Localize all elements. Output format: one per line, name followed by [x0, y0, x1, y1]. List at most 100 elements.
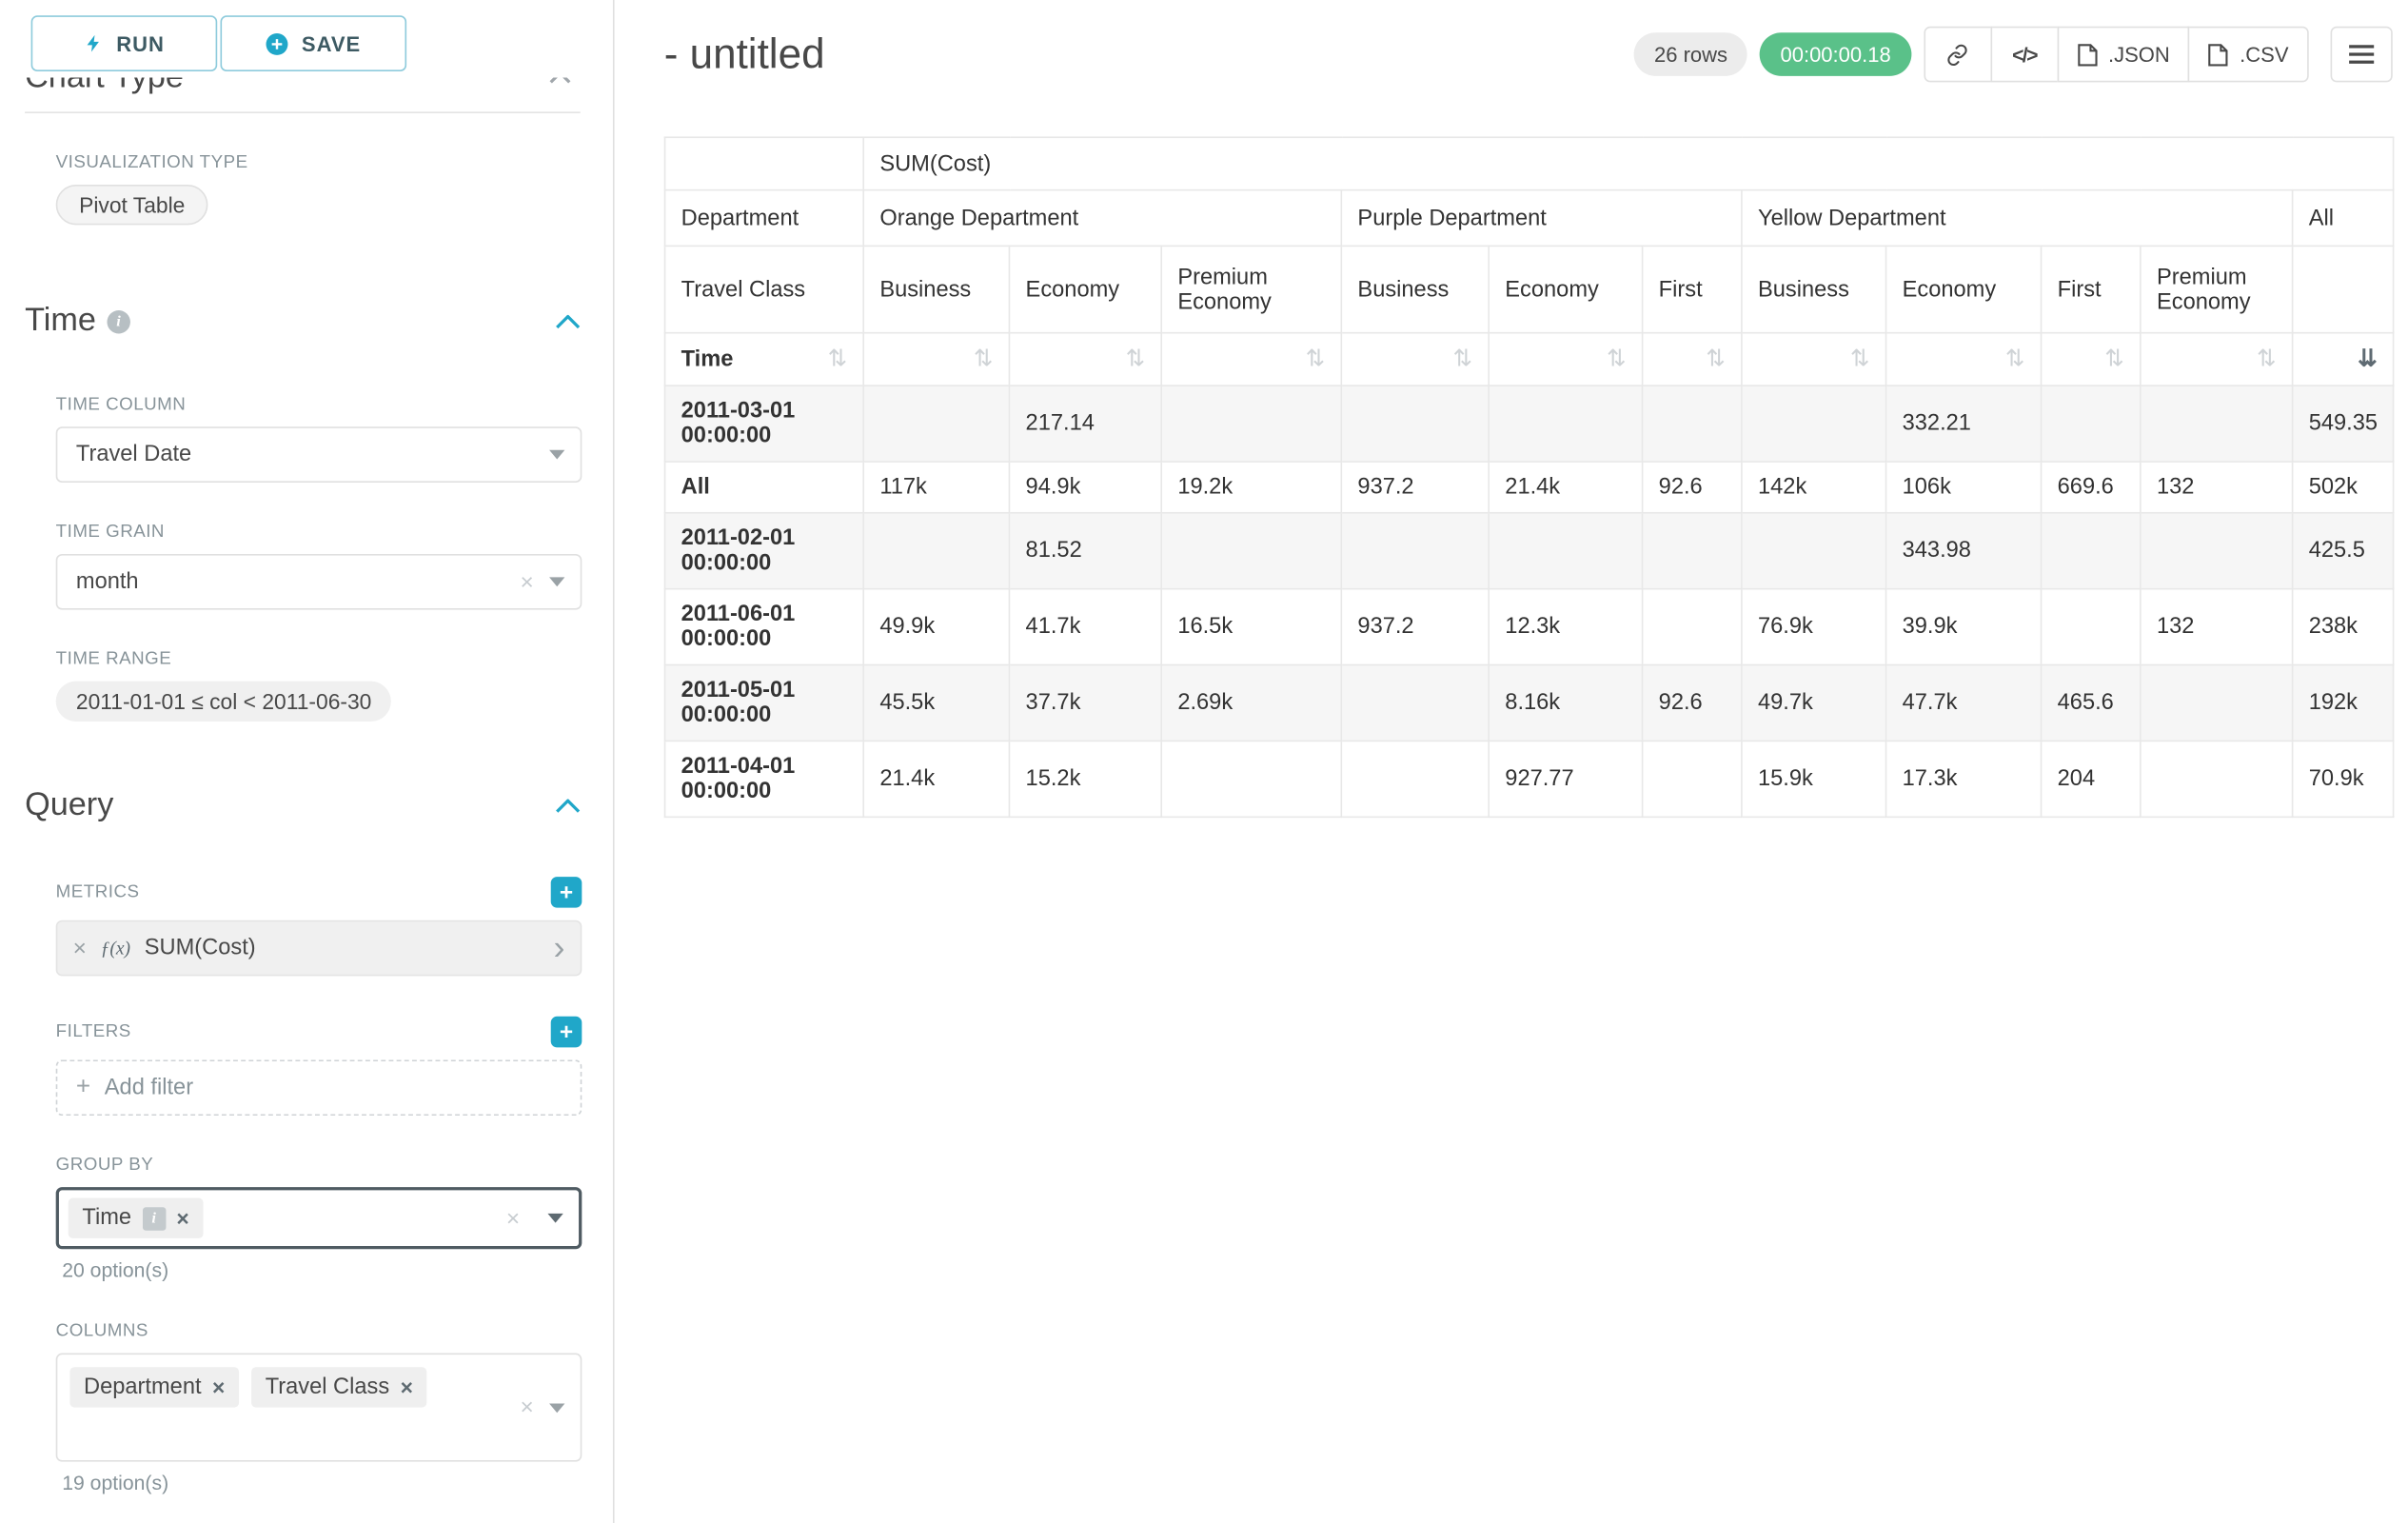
sort-toggle-icon[interactable]: ⇅ [1126, 347, 1146, 370]
pivot-value-cell: 17.3k [1886, 741, 2042, 817]
pivot-travel-class-label: Travel Class [665, 246, 864, 332]
pivot-travel-class-header: Economy [1009, 246, 1161, 332]
pivot-value-cell: 132 [2141, 589, 2293, 665]
chevron-right-icon[interactable]: › [553, 931, 564, 965]
clear-icon[interactable]: × [520, 1395, 533, 1418]
pivot-value-cell: 94.9k [1009, 462, 1161, 513]
pivot-row-header: All [665, 462, 864, 513]
sort-toggle-icon[interactable]: ⇅ [974, 347, 994, 370]
pivot-metric-header: SUM(Cost) [863, 137, 2393, 189]
chart-type-heading: Chart Type [25, 78, 184, 97]
pivot-all-value-cell: 502k [2293, 462, 2394, 513]
menu-button[interactable] [2331, 27, 2393, 83]
pivot-sort-cell: ⇅ [1742, 333, 1886, 386]
add-filter-button[interactable]: + Add filter [56, 1059, 582, 1116]
add-filter-plus-button[interactable]: + [551, 1017, 582, 1048]
clear-icon[interactable]: × [520, 570, 533, 593]
pivot-value-cell [1341, 513, 1489, 589]
run-button[interactable]: RUN [31, 15, 218, 71]
pivot-sort-cell: ⇅ [1489, 333, 1642, 386]
pivot-value-cell: 927.77 [1489, 741, 1642, 817]
metric-item[interactable]: × ƒ(x) SUM(Cost) › [56, 920, 582, 977]
columns-value: Department [84, 1375, 202, 1399]
pivot-value-cell: 217.14 [1009, 386, 1161, 462]
fx-icon: ƒ(x) [101, 937, 131, 959]
pivot-row-header: 2011-03-01 00:00:00 [665, 386, 864, 462]
remove-value-icon[interactable]: × [212, 1376, 225, 1398]
pivot-value-cell [1341, 665, 1489, 742]
pivot-all-value-cell: 238k [2293, 589, 2394, 665]
sort-toggle-icon[interactable]: ⇅ [2257, 347, 2277, 370]
caret-down-icon[interactable] [547, 1214, 563, 1223]
pivot-time-header: Time⇅ [665, 333, 864, 386]
group-by-value: Time [82, 1206, 131, 1231]
time-grain-select[interactable]: month × [56, 554, 582, 610]
pivot-value-cell [2141, 665, 2293, 742]
save-button[interactable]: SAVE [220, 15, 406, 71]
download-json-button[interactable]: .JSON [2057, 27, 2190, 83]
download-csv-button[interactable]: .CSV [2188, 27, 2308, 83]
collapse-time-chevron-icon[interactable] [556, 314, 581, 328]
pivot-sort-cell: ⇅ [863, 333, 1009, 386]
remove-metric-icon[interactable]: × [73, 937, 87, 959]
pivot-value-cell [1489, 386, 1642, 462]
pivot-value-cell [1341, 386, 1489, 462]
add-metric-button[interactable]: + [551, 877, 582, 908]
metrics-label: METRICS [56, 883, 140, 902]
sort-toggle-icon[interactable]: ⇅ [1706, 347, 1726, 370]
pivot-department-label: Department [665, 190, 864, 247]
columns-select[interactable]: Department × Travel Class × × [56, 1354, 582, 1462]
columns-value-pill[interactable]: Travel Class × [251, 1367, 427, 1407]
row-count-badge: 26 rows [1634, 32, 1747, 76]
pivot-value-cell: 16.5k [1161, 589, 1341, 665]
sort-toggle-icon[interactable]: ⇅ [2104, 347, 2124, 370]
caret-down-icon[interactable] [549, 450, 564, 460]
pivot-value-cell: 45.5k [863, 665, 1009, 742]
pivot-value-cell: 117k [863, 462, 1009, 513]
pivot-value-cell [2042, 589, 2141, 665]
info-badge: i [142, 1206, 165, 1229]
group-by-label: GROUP BY [56, 1156, 581, 1175]
pivot-value-cell: 132 [2141, 462, 2293, 513]
clear-icon[interactable]: × [506, 1206, 520, 1229]
time-range-pill[interactable]: 2011-01-01 ≤ col < 2011-06-30 [56, 682, 392, 722]
pivot-all-value-cell: 425.5 [2293, 513, 2394, 589]
pivot-travel-class-header: Business [863, 246, 1009, 332]
sort-toggle-icon[interactable]: ⇅ [2005, 347, 2025, 370]
caret-down-icon[interactable] [549, 577, 564, 586]
caret-down-icon[interactable] [549, 1403, 564, 1413]
pivot-value-cell: 19.2k [1161, 462, 1341, 513]
sort-toggle-icon[interactable]: ⇅ [828, 347, 848, 370]
collapse-query-chevron-icon[interactable] [556, 799, 581, 813]
view-query-button[interactable]: </> [1990, 27, 2059, 83]
pivot-sort-cell: ⇅ [2141, 333, 2293, 386]
sort-toggle-icon[interactable]: ⇅ [1306, 347, 1326, 370]
pivot-value-cell [1161, 741, 1341, 817]
columns-value-pill[interactable]: Department × [69, 1367, 239, 1407]
visualization-type-pill[interactable]: Pivot Table [56, 185, 208, 225]
collapse-chevron-icon[interactable] [549, 78, 571, 85]
remove-value-icon[interactable]: × [176, 1207, 188, 1229]
copy-link-button[interactable] [1924, 27, 1992, 83]
time-column-select[interactable]: Travel Date [56, 426, 582, 483]
code-icon: </> [2012, 43, 2037, 66]
group-by-value-pill[interactable]: Time i × [69, 1198, 204, 1238]
sort-toggle-icon[interactable]: ⇅ [1850, 347, 1870, 370]
sort-toggle-icon[interactable]: ⇅ [1607, 347, 1627, 370]
pivot-all-column-header: All [2293, 190, 2394, 247]
pivot-value-cell: 21.4k [863, 741, 1009, 817]
group-by-select[interactable]: Time i × × [56, 1187, 582, 1249]
pivot-value-cell [863, 513, 1009, 589]
pivot-value-cell [1489, 513, 1642, 589]
add-filter-label: Add filter [105, 1076, 193, 1100]
pivot-row-header: 2011-05-01 00:00:00 [665, 665, 864, 742]
export-button-group: </> .JSON .CSV [1924, 27, 2309, 83]
remove-value-icon[interactable]: × [401, 1376, 413, 1398]
pivot-travel-class-header: Economy [1886, 246, 2042, 332]
pivot-travel-class-header: Business [1742, 246, 1886, 332]
sort-toggle-icon[interactable]: ⇅ [1453, 347, 1473, 370]
metric-name: SUM(Cost) [145, 936, 256, 960]
sort-descending-icon[interactable]: ⇊ [2358, 347, 2378, 370]
page-title: - untitled [664, 30, 825, 79]
hamburger-icon [2349, 45, 2374, 64]
